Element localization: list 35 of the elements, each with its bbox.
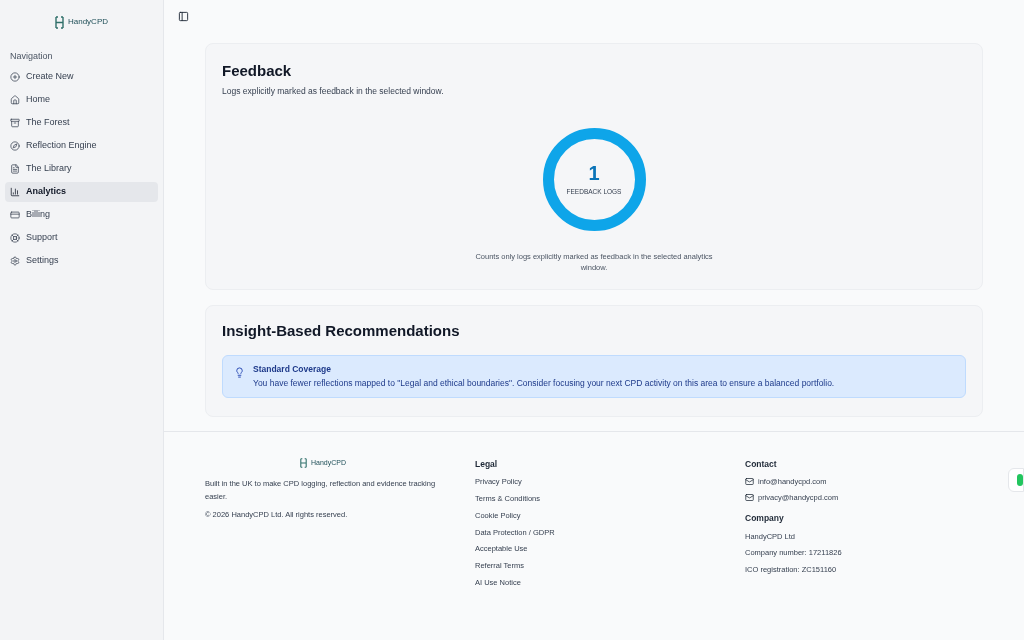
sidebar-item[interactable]: Create New [5,66,158,87]
lightbulb-icon [234,366,245,378]
sidebar-item[interactable]: Billing [5,204,158,225]
card-title: Insight-Based Recommendations [222,321,461,341]
sidebar-toggle-icon[interactable] [178,10,189,22]
lifebuoy-icon [10,232,20,243]
card-title: Feedback [222,61,293,81]
home-icon [10,94,20,105]
alert-title: Standard Coverage [253,362,332,376]
card-subtitle: Logs explicitly marked as feedback in the selected window. [222,84,445,98]
footer-heading: Legal [475,458,499,471]
sidebar-item[interactable]: Home [5,89,158,110]
credit-card-icon [10,209,20,220]
archive-icon [10,117,20,128]
logo-icon [55,15,64,29]
plus-circle-icon [10,71,20,82]
document-icon [10,163,20,174]
feedback-count: 1 [588,162,600,183]
sidebar-item[interactable]: The Forest [5,112,158,133]
bar-chart-icon [10,186,20,197]
footer-heading: Contact [745,458,778,471]
mail-icon [745,476,754,486]
sidebar-heading: Navigation [10,50,54,63]
alert-text: You have fewer reflections mapped to "Legal and ethical boundaries". Consider focusing your next CPD activity on this area to ensure a balanced portfolio. [253,377,835,390]
mail-icon [745,493,754,503]
logo-icon [300,458,307,469]
sidebar-item[interactable]: Analytics [5,181,158,202]
sidebar-item[interactable]: Reflection Engine [5,135,158,156]
sidebar-item[interactable]: Support [5,227,158,248]
footer-heading: Company [745,512,785,525]
sidebar-item[interactable]: Settings [5,250,158,271]
logo-text: HandyCPD [68,16,108,28]
compass-icon [10,140,20,151]
sidebar-item[interactable]: The Library [5,158,158,179]
settings-icon [10,255,20,266]
